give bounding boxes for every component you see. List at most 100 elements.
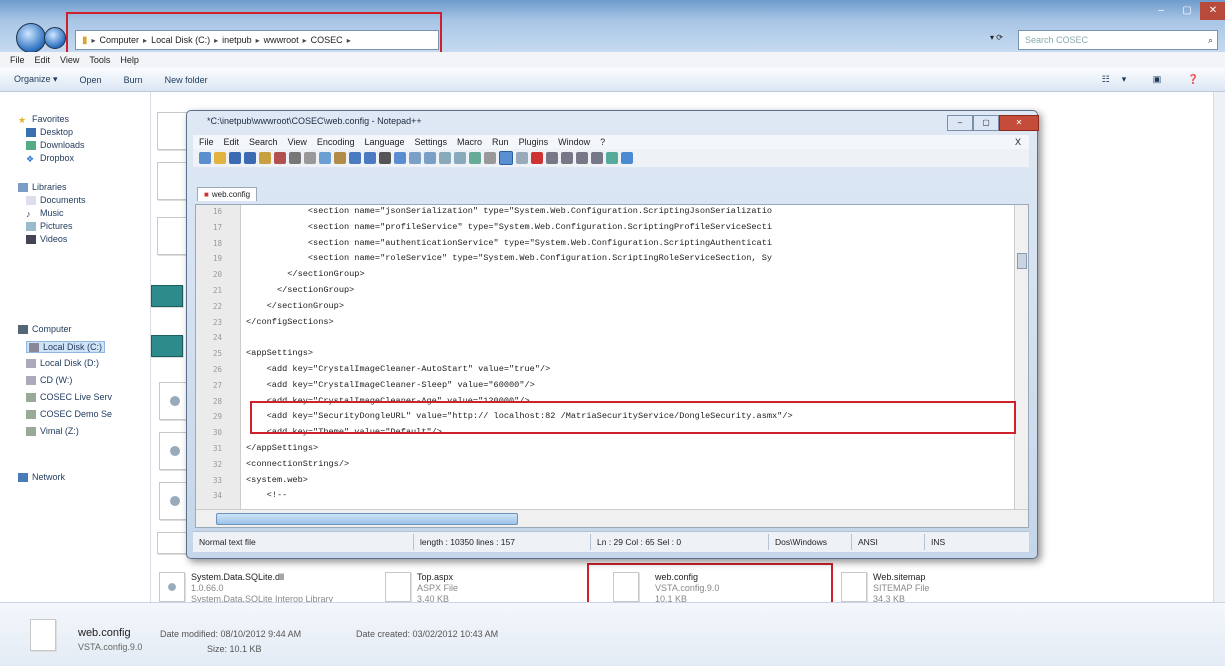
zoom-out-icon[interactable] bbox=[424, 152, 436, 164]
menu-settings[interactable]: Settings bbox=[415, 137, 448, 147]
close-button[interactable]: ✕ bbox=[1200, 2, 1225, 20]
code-line[interactable]: <!-- bbox=[246, 490, 288, 500]
minimize-button[interactable]: – bbox=[947, 115, 973, 131]
menu-view[interactable]: View bbox=[60, 55, 79, 65]
back-button[interactable] bbox=[16, 23, 46, 53]
maximize-button[interactable]: ▢ bbox=[973, 115, 999, 131]
search-input[interactable]: Search COSEC ⌕ bbox=[1018, 30, 1218, 50]
menu-edit[interactable]: Edit bbox=[35, 55, 51, 65]
code-editor[interactable]: <section name="jsonSerialization" type="… bbox=[195, 204, 1029, 528]
burn-button[interactable]: Burn bbox=[124, 75, 143, 85]
code-line[interactable]: </sectionGroup> bbox=[246, 301, 344, 311]
undo-icon[interactable] bbox=[349, 152, 361, 164]
code-line[interactable]: <add key="CrystalImageCleaner-AutoStart"… bbox=[246, 364, 551, 374]
organize-button[interactable]: Organize ▾ bbox=[14, 74, 58, 85]
show-all-chars-icon[interactable] bbox=[484, 152, 496, 164]
sidebar-network[interactable]: Network bbox=[18, 472, 65, 482]
menu-plugins[interactable]: Plugins bbox=[519, 137, 549, 147]
sidebar-item-desktop[interactable]: Desktop bbox=[26, 127, 73, 137]
run-macro-icon[interactable] bbox=[576, 152, 588, 164]
indent-guide-icon[interactable] bbox=[499, 151, 513, 165]
sync-horizontal-icon[interactable] bbox=[454, 152, 466, 164]
menu-edit[interactable]: Edit bbox=[224, 137, 240, 147]
copy-icon[interactable] bbox=[319, 152, 331, 164]
refresh-icon[interactable]: ▾ ⟳ bbox=[990, 33, 1003, 42]
image-file-icon[interactable] bbox=[151, 285, 183, 307]
play-macro-icon[interactable] bbox=[561, 152, 573, 164]
scrollbar-thumb[interactable] bbox=[1017, 253, 1027, 269]
editor-vertical-scrollbar[interactable] bbox=[1014, 205, 1028, 509]
menu-file[interactable]: File bbox=[10, 55, 25, 65]
menu-window[interactable]: Window bbox=[558, 137, 590, 147]
menu-tools[interactable]: Tools bbox=[89, 55, 110, 65]
new-file-icon[interactable] bbox=[199, 152, 211, 164]
stop-macro-icon[interactable] bbox=[546, 152, 558, 164]
code-line[interactable]: </appSettings> bbox=[246, 443, 318, 453]
find-icon[interactable] bbox=[379, 152, 391, 164]
spell-check-icon[interactable] bbox=[606, 152, 618, 164]
code-line[interactable]: </sectionGroup> bbox=[246, 285, 354, 295]
maximize-button[interactable]: ▢ bbox=[1174, 2, 1200, 20]
word-wrap-icon[interactable] bbox=[469, 152, 481, 164]
close-document-icon[interactable]: X bbox=[1015, 137, 1021, 147]
menu-language[interactable]: Language bbox=[364, 137, 404, 147]
sidebar-item-local-disk-c[interactable]: Local Disk (C:) bbox=[26, 341, 106, 353]
print-icon[interactable] bbox=[289, 152, 301, 164]
sidebar-item-local-disk-d[interactable]: Local Disk (D:) bbox=[26, 358, 99, 368]
cut-icon[interactable] bbox=[304, 152, 316, 164]
view-options-icon[interactable]: ☷▾ ▣ ❓ bbox=[1102, 74, 1211, 85]
file-item-icon[interactable] bbox=[157, 217, 189, 255]
sidebar-item-videos[interactable]: Videos bbox=[26, 234, 67, 244]
close-button[interactable]: ✕ bbox=[999, 115, 1039, 131]
close-all-icon[interactable] bbox=[274, 152, 286, 164]
open-button[interactable]: Open bbox=[80, 75, 102, 85]
sidebar-item-documents[interactable]: Documents bbox=[26, 195, 86, 205]
menu-file[interactable]: File bbox=[199, 137, 214, 147]
new-folder-button[interactable]: New folder bbox=[165, 75, 208, 85]
redo-icon[interactable] bbox=[364, 152, 376, 164]
close-file-icon[interactable] bbox=[259, 152, 271, 164]
minimize-button[interactable]: – bbox=[1148, 2, 1174, 20]
zoom-in-icon[interactable] bbox=[409, 152, 421, 164]
code-line[interactable]: <system.web> bbox=[246, 475, 308, 485]
file-item-top-aspx[interactable]: Top.aspx ASPX File 3.40 KB bbox=[385, 572, 458, 605]
sidebar-item-pictures[interactable]: Pictures bbox=[26, 221, 73, 231]
sidebar-item-cd[interactable]: CD (W:) bbox=[26, 375, 72, 385]
plugin-icon[interactable] bbox=[621, 152, 633, 164]
file-item-icon[interactable] bbox=[157, 162, 189, 200]
open-file-icon[interactable] bbox=[214, 152, 226, 164]
code-line[interactable]: <section name="roleService" type="System… bbox=[246, 253, 772, 263]
sidebar-item-downloads[interactable]: Downloads bbox=[26, 140, 85, 150]
save-all-icon[interactable] bbox=[244, 152, 256, 164]
sidebar-item-dropbox[interactable]: ❖ Dropbox bbox=[26, 153, 74, 164]
code-line[interactable]: </sectionGroup> bbox=[246, 269, 364, 279]
editor-horizontal-scrollbar[interactable] bbox=[196, 509, 1028, 527]
sidebar-favorites[interactable]: ★ Favorites bbox=[18, 114, 69, 125]
tab-web-config[interactable]: ■ web.config bbox=[197, 187, 258, 201]
menu-search[interactable]: Search bbox=[249, 137, 278, 147]
sidebar-item-cosec-demo[interactable]: COSEC Demo Se bbox=[26, 409, 112, 419]
code-line[interactable]: <section name="profileService" type="Sys… bbox=[246, 222, 772, 232]
file-item-icon[interactable] bbox=[157, 112, 189, 150]
scrollbar-thumb[interactable] bbox=[216, 513, 518, 525]
image-file-icon[interactable] bbox=[151, 335, 183, 357]
sidebar-computer[interactable]: Computer bbox=[18, 324, 72, 334]
sidebar-item-cosec-live[interactable]: COSEC Live Serv bbox=[26, 392, 112, 402]
udl-icon[interactable] bbox=[516, 152, 528, 164]
file-item-icon[interactable] bbox=[157, 532, 189, 554]
sync-vertical-icon[interactable] bbox=[439, 152, 451, 164]
file-list-scrollbar[interactable] bbox=[1213, 92, 1225, 602]
sidebar-item-vimal[interactable]: Vimal (Z:) bbox=[26, 426, 79, 436]
menu-run[interactable]: Run bbox=[492, 137, 509, 147]
menu-macro[interactable]: Macro bbox=[457, 137, 482, 147]
code-line[interactable]: <connectionStrings/> bbox=[246, 459, 349, 469]
save-macro-icon[interactable] bbox=[591, 152, 603, 164]
forward-button[interactable] bbox=[44, 27, 66, 49]
replace-icon[interactable] bbox=[394, 152, 406, 164]
record-macro-icon[interactable] bbox=[531, 152, 543, 164]
menu-help[interactable]: ? bbox=[600, 137, 605, 147]
code-line[interactable]: <section name="authenticationService" ty… bbox=[246, 238, 772, 248]
file-item-web-sitemap[interactable]: Web.sitemap SITEMAP File 34.3 KB bbox=[841, 572, 929, 605]
file-item-sqlite[interactable]: System.Data.SQLite.dll 1.0.66.0 System.D… bbox=[159, 572, 333, 605]
code-line[interactable]: </configSections> bbox=[246, 317, 334, 327]
